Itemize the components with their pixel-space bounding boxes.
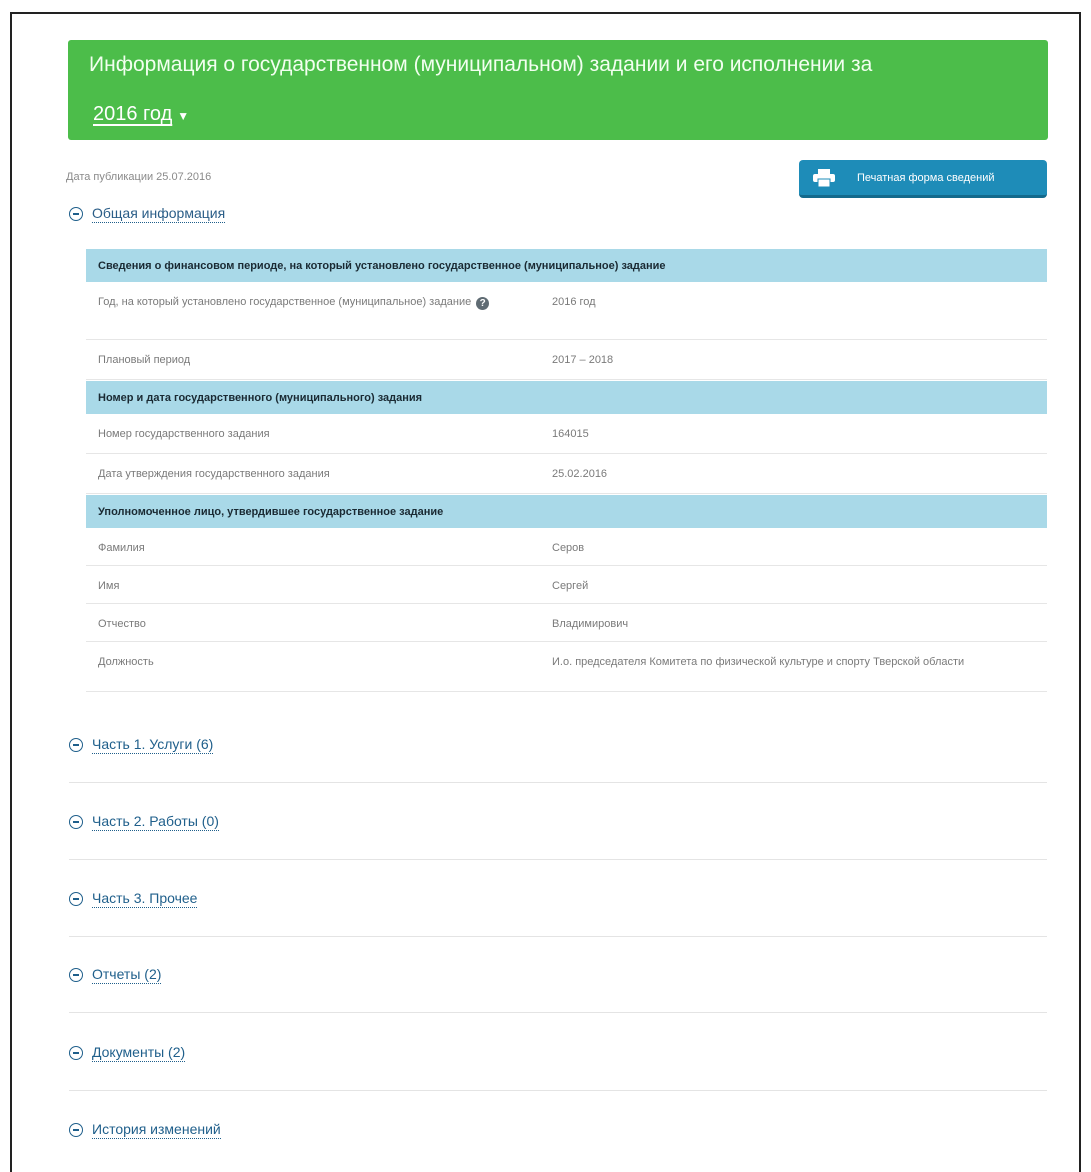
collapse-circle-icon — [69, 1123, 83, 1137]
row-value: 25.02.2016 — [552, 468, 608, 480]
section-label: Часть 3. Прочее — [92, 890, 198, 908]
section-part3-other[interactable]: Часть 3. Прочее — [69, 890, 198, 908]
print-form-label: Печатная форма сведений — [857, 171, 995, 184]
row-key: Год, на который установлено государствен… — [86, 282, 552, 339]
section-documents[interactable]: Документы (2) — [69, 1044, 186, 1062]
row-value: Сергей — [552, 580, 589, 592]
section-change-history[interactable]: История изменений — [69, 1121, 221, 1139]
row-value: 2017 – 2018 — [552, 354, 614, 366]
caret-down-icon: ▼ — [177, 109, 190, 123]
row-key: Дата утверждения государственного задани… — [98, 468, 330, 480]
row-value: И.о. председателя Комитета по физической… — [552, 656, 965, 668]
divider — [69, 1090, 1047, 1091]
section-label: История изменений — [92, 1121, 221, 1139]
collapse-circle-icon — [69, 892, 83, 906]
section-reports[interactable]: Отчеты (2) — [69, 966, 162, 984]
row-key: Номер государственного задания — [98, 428, 270, 440]
section-part1-services[interactable]: Часть 1. Услуги (6) — [69, 736, 214, 754]
table-row: Плановый период 2017 – 2018 — [86, 340, 1047, 380]
divider — [69, 936, 1047, 937]
row-value: 164015 — [552, 428, 589, 440]
row-value: Владимирович — [552, 618, 629, 630]
row-value: Серов — [552, 542, 585, 554]
table-row: Год, на который установлено государствен… — [86, 282, 1047, 340]
section-general-info[interactable]: Общая информация — [69, 205, 226, 223]
table-row: Отчество Владимирович — [86, 604, 1047, 642]
table-row: Фамилия Серов — [86, 528, 1047, 566]
divider — [69, 782, 1047, 783]
section-label: Документы (2) — [92, 1044, 186, 1062]
table-row: Должность И.о. председателя Комитета по … — [86, 642, 1047, 692]
section-label: Часть 2. Работы (0) — [92, 813, 219, 831]
divider — [69, 1012, 1047, 1013]
publication-date: Дата публикации 25.07.2016 — [66, 171, 212, 183]
row-key-text: Год, на который установлено государствен… — [98, 296, 472, 308]
row-key: Фамилия — [98, 542, 145, 554]
group-header-task-number: Номер и дата государственного (муниципал… — [86, 380, 1047, 414]
printer-icon — [813, 168, 835, 187]
help-icon[interactable]: ? — [476, 297, 490, 310]
table-row: Дата утверждения государственного задани… — [86, 454, 1047, 494]
collapse-circle-icon — [69, 1046, 83, 1060]
collapse-circle-icon — [69, 207, 83, 221]
table-row: Номер государственного задания 164015 — [86, 414, 1047, 454]
title-banner: Информация о государственном (муниципаль… — [68, 40, 1048, 140]
page-title: Информация о государственном (муниципаль… — [89, 53, 873, 76]
group-header-authorized-person: Уполномоченное лицо, утвердившее государ… — [86, 494, 1047, 528]
divider — [69, 859, 1047, 860]
print-form-button[interactable]: Печатная форма сведений — [799, 160, 1047, 198]
section-label: Общая информация — [92, 205, 226, 223]
row-key: Отчество — [98, 618, 146, 630]
table-row: Имя Сергей — [86, 566, 1047, 604]
section-part2-works[interactable]: Часть 2. Работы (0) — [69, 813, 219, 831]
collapse-circle-icon — [69, 968, 83, 982]
section-label: Отчеты (2) — [92, 966, 162, 984]
collapse-circle-icon — [69, 738, 83, 752]
row-key: Плановый период — [98, 354, 191, 366]
row-value: 2016 год — [552, 296, 596, 308]
year-selector[interactable]: 2016 год ▼ — [93, 103, 189, 126]
row-key: Должность — [98, 656, 154, 668]
year-label: 2016 год — [93, 103, 173, 125]
row-key: Имя — [98, 580, 120, 592]
section-label: Часть 1. Услуги (6) — [92, 736, 214, 754]
group-header-financial-period: Сведения о финансовом периоде, на которы… — [86, 248, 1047, 282]
collapse-circle-icon — [69, 815, 83, 829]
general-info-table: Сведения о финансовом периоде, на которы… — [86, 248, 1047, 692]
